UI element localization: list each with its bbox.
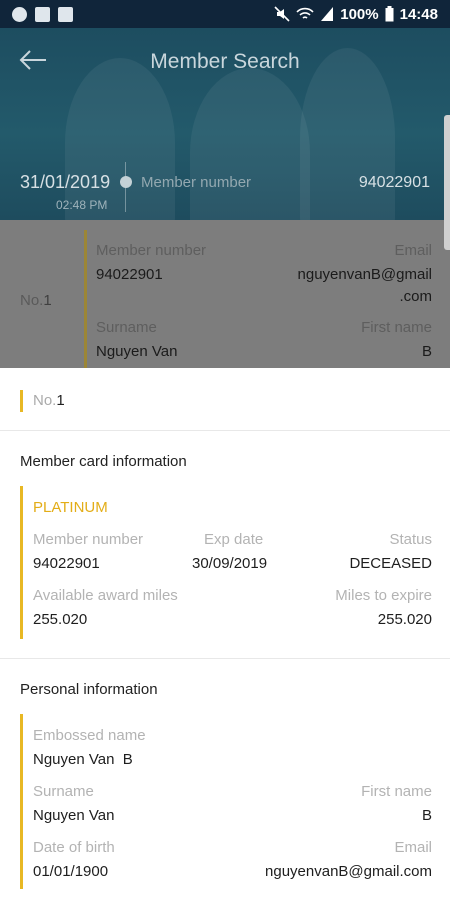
card-member-number-value: 94022901 — [33, 555, 100, 572]
member-number-label: Member number — [96, 242, 207, 259]
surname-label: Surname — [33, 783, 94, 800]
personal-info-block: Embossed name Nguyen Van B Surname Nguye… — [20, 714, 432, 889]
search-time: 02:48 PM — [56, 198, 108, 212]
header: Member Search 31/01/2019 02:48 PM Member… — [0, 28, 450, 220]
miles-to-expire-label: Miles to expire — [335, 587, 432, 604]
accent-bar — [84, 230, 87, 368]
status-label: Status — [389, 531, 432, 548]
award-miles-label: Available award miles — [33, 587, 178, 604]
timeline-dot — [120, 176, 132, 188]
member-number-value: 94022901 — [358, 174, 430, 191]
result-index-value: 1 — [43, 292, 52, 309]
background-photo — [190, 68, 310, 220]
surname-label: Surname — [96, 319, 157, 336]
notification-icons — [12, 6, 73, 22]
mute-icon — [274, 6, 290, 22]
system-indicators: 100% 14:48 — [274, 6, 438, 23]
battery-percent: 100% — [340, 5, 379, 23]
card-section-title: Member card information — [20, 453, 187, 470]
scrollbar[interactable] — [444, 115, 450, 250]
detail-index-label: No. — [33, 392, 57, 409]
email-value-line1: nguyenvanB@gmail — [297, 266, 432, 283]
miles-to-expire-value: 255.020 — [377, 611, 432, 628]
card-member-number-label: Member number — [33, 531, 144, 548]
personal-section-title: Personal information — [20, 681, 158, 698]
signal-icon — [321, 7, 334, 21]
result-card[interactable]: No.1 Member number 94022901 Email nguyen… — [0, 220, 450, 368]
result-index: No.1 — [20, 292, 52, 309]
tier-label: PLATINUM — [33, 499, 108, 516]
detail-index: No.1 — [20, 390, 65, 412]
surname-value: Nguyen Van — [96, 343, 178, 360]
wifi-icon — [296, 7, 314, 19]
page-title: Member Search — [150, 50, 300, 73]
email-label: Email — [394, 839, 432, 856]
card-info-block: PLATINUM Member number 94022901 Exp date… — [20, 486, 432, 639]
email-value-line2: .com — [399, 288, 432, 305]
result-index-label: No. — [20, 292, 44, 309]
app-notification-icon — [12, 6, 27, 22]
member-detail-sheet: No.1 Member card information PLATINUM Me… — [0, 368, 450, 900]
first-name-label: First name — [361, 783, 432, 800]
exp-date-label: Exp date — [204, 531, 264, 548]
member-number-value: 94022901 — [96, 266, 163, 283]
first-name-label: First name — [361, 319, 432, 336]
search-date: 31/01/2019 — [20, 172, 111, 192]
clock: 14:48 — [399, 5, 438, 23]
first-name-value: B — [421, 807, 432, 824]
divider — [0, 658, 450, 659]
email-value: nguyenvanB@gmail.com — [265, 863, 432, 880]
battery-icon — [385, 6, 394, 22]
detail-index-value: 1 — [56, 392, 65, 409]
surname-value: Nguyen Van — [33, 807, 115, 824]
email-label: Email — [394, 242, 432, 259]
member-number-label: Member number — [141, 174, 252, 191]
image-notification-icon — [35, 6, 50, 22]
background-photo — [65, 58, 175, 220]
dob-value: 01/01/1900 — [33, 863, 109, 880]
dob-label: Date of birth — [33, 839, 115, 856]
download-notification-icon — [58, 6, 73, 22]
divider — [0, 430, 450, 431]
exp-date-value: 30/09/2019 — [192, 555, 268, 572]
embossed-name-value: Nguyen Van B — [33, 751, 133, 768]
status-bar: 100% 14:48 — [0, 0, 450, 28]
status-value: DECEASED — [349, 555, 432, 572]
embossed-name-label: Embossed name — [33, 727, 146, 744]
first-name-value: B — [421, 343, 432, 360]
award-miles-value: 255.020 — [33, 611, 88, 628]
